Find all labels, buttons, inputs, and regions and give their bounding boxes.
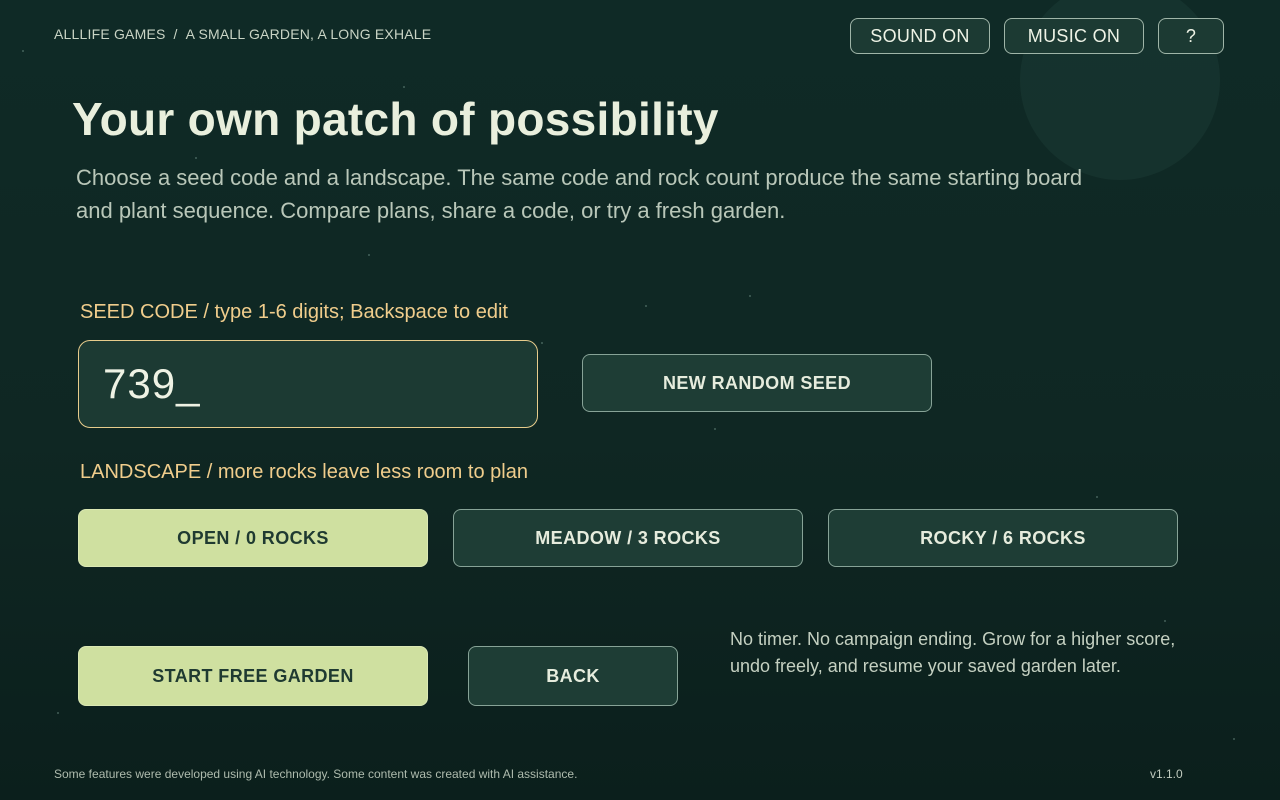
music-toggle-button[interactable]: MUSIC ON [1004, 18, 1144, 54]
landscape-label: LANDSCAPE / more rocks leave less room t… [80, 461, 528, 483]
ai-disclaimer: Some features were developed using AI te… [54, 767, 578, 781]
star-decoration [57, 712, 59, 714]
breadcrumb: ALLLIFE GAMES / A SMALL GARDEN, A LONG E… [54, 26, 431, 42]
breadcrumb-separator: / [173, 26, 178, 42]
start-free-garden-button[interactable]: START FREE GARDEN [78, 646, 428, 706]
star-decoration [368, 254, 370, 256]
page-title: Your own patch of possibility [72, 93, 719, 145]
star-decoration [714, 428, 716, 430]
seed-code-value: 739_ [103, 360, 201, 407]
landscape-option-open[interactable]: OPEN / 0 ROCKS [78, 509, 428, 567]
new-random-seed-button[interactable]: NEW RANDOM SEED [582, 354, 932, 412]
landscape-option-rocky[interactable]: ROCKY / 6 ROCKS [828, 509, 1178, 567]
help-button[interactable]: ? [1158, 18, 1224, 54]
star-decoration [1096, 496, 1098, 498]
star-decoration [749, 295, 751, 297]
star-decoration [195, 157, 197, 159]
star-decoration [22, 50, 24, 52]
seed-code-input[interactable]: 739_ [78, 340, 538, 428]
star-decoration [541, 342, 543, 344]
breadcrumb-publisher[interactable]: ALLLIFE GAMES [54, 26, 166, 42]
star-decoration [403, 86, 405, 88]
landscape-option-meadow[interactable]: MEADOW / 3 ROCKS [453, 509, 803, 567]
star-decoration [645, 305, 647, 307]
seed-code-label: SEED CODE / type 1-6 digits; Backspace t… [80, 301, 508, 323]
breadcrumb-game: A SMALL GARDEN, A LONG EXHALE [185, 26, 432, 42]
star-decoration [1164, 620, 1166, 622]
free-garden-note: No timer. No campaign ending. Grow for a… [730, 629, 1176, 676]
sound-toggle-button[interactable]: SOUND ON [850, 18, 990, 54]
star-decoration [1233, 738, 1235, 740]
back-button[interactable]: BACK [468, 646, 678, 706]
version-label: v1.1.0 [1150, 767, 1183, 781]
intro-text: Choose a seed code and a landscape. The … [76, 165, 1083, 223]
